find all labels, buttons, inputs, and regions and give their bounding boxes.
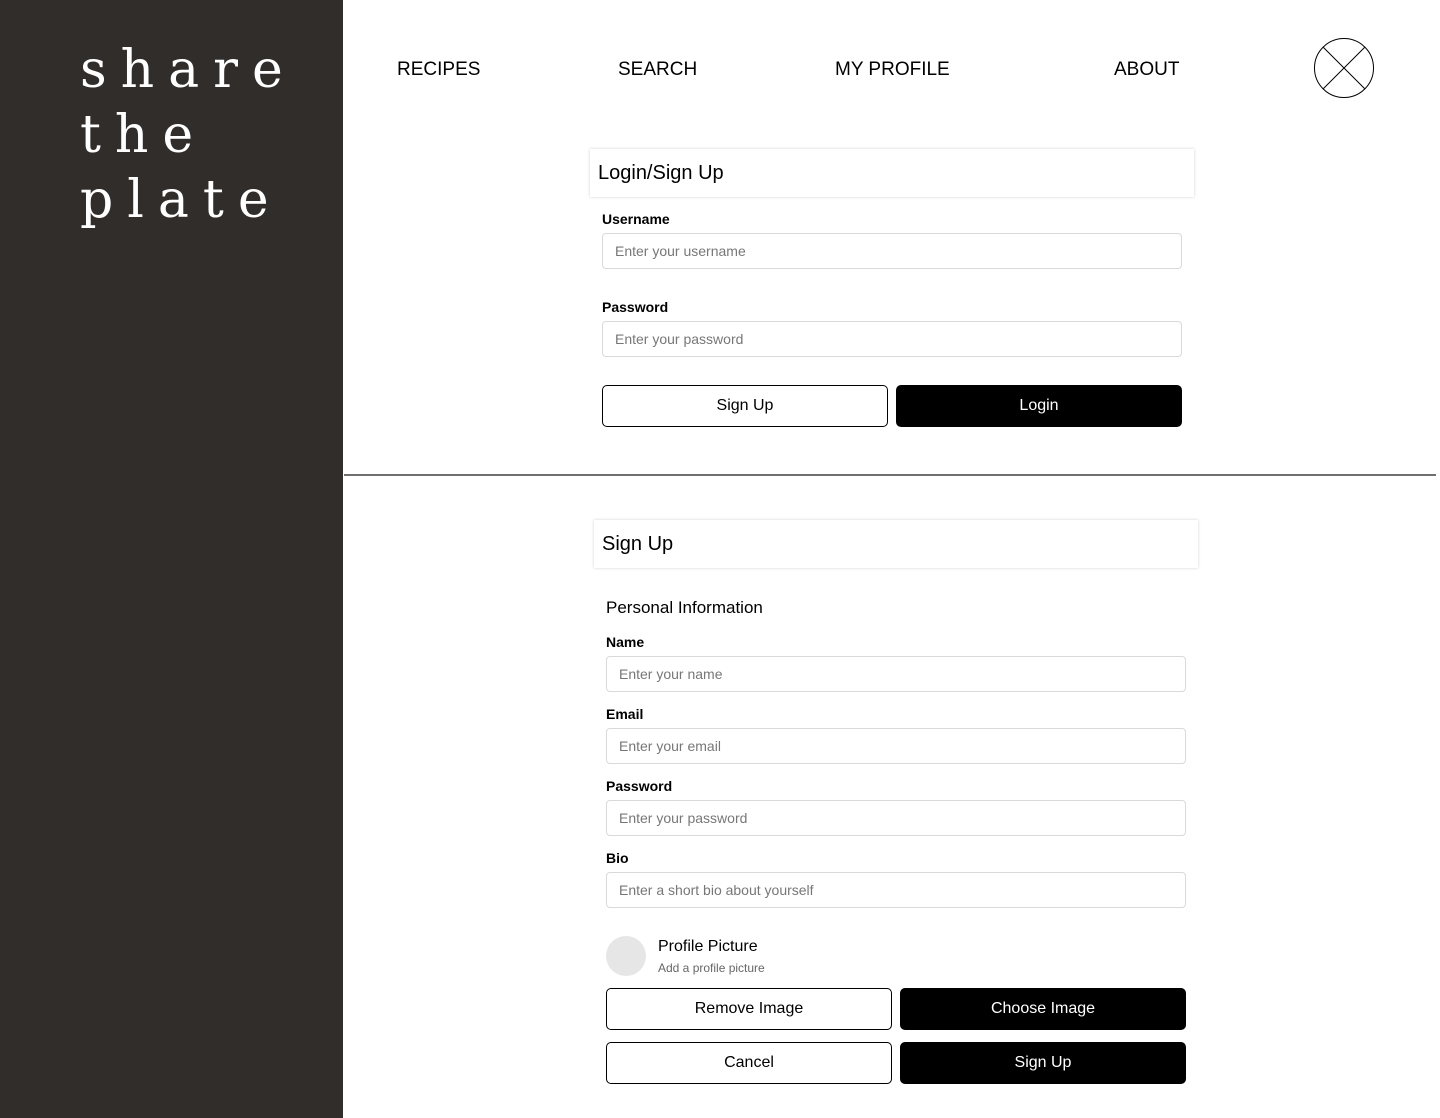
signup-card-header: Sign Up: [594, 520, 1198, 568]
login-title: Login/Sign Up: [598, 161, 724, 184]
nav-recipes[interactable]: RECIPES: [397, 58, 480, 82]
profile-picture-title: Profile Picture: [658, 938, 758, 955]
nav-about[interactable]: ABOUT: [1114, 58, 1179, 82]
profile-picture-preview: [606, 936, 646, 976]
nav-my-profile[interactable]: MY PROFILE: [835, 58, 950, 82]
profile-picture-subtitle: Add a profile picture: [658, 961, 765, 975]
login-password-input[interactable]: [602, 321, 1182, 357]
signup-title: Sign Up: [602, 532, 674, 555]
brand-logo-line-2: the: [80, 105, 208, 165]
cancel-button[interactable]: Cancel: [606, 1042, 892, 1084]
name-input[interactable]: [606, 656, 1186, 692]
brand-logo[interactable]: share the plate: [80, 38, 297, 233]
brand-logo-line-3: plate: [80, 170, 283, 230]
sidebar: share the plate: [0, 0, 343, 1118]
nav-search[interactable]: SEARCH: [618, 58, 697, 82]
bio-label: Bio: [606, 850, 629, 866]
profile-avatar-placeholder-icon[interactable]: [1313, 37, 1375, 99]
email-input[interactable]: [606, 728, 1186, 764]
login-button[interactable]: Login: [896, 385, 1182, 427]
login-signup-button[interactable]: Sign Up: [602, 385, 888, 427]
name-label: Name: [606, 634, 645, 650]
username-input[interactable]: [602, 233, 1182, 269]
personal-information-heading: Personal Information: [606, 598, 763, 617]
section-divider: [344, 474, 1436, 476]
bio-input[interactable]: [606, 872, 1186, 908]
brand-logo-line-1: share: [80, 40, 297, 100]
signup-submit-button[interactable]: Sign Up: [900, 1042, 1186, 1084]
signup-password-input[interactable]: [606, 800, 1186, 836]
login-password-label: Password: [602, 299, 669, 315]
login-card-header: Login/Sign Up: [590, 149, 1194, 197]
choose-image-button[interactable]: Choose Image: [900, 988, 1186, 1030]
remove-image-button[interactable]: Remove Image: [606, 988, 892, 1030]
username-label: Username: [602, 211, 670, 227]
signup-password-label: Password: [606, 778, 673, 794]
email-label: Email: [606, 706, 644, 722]
